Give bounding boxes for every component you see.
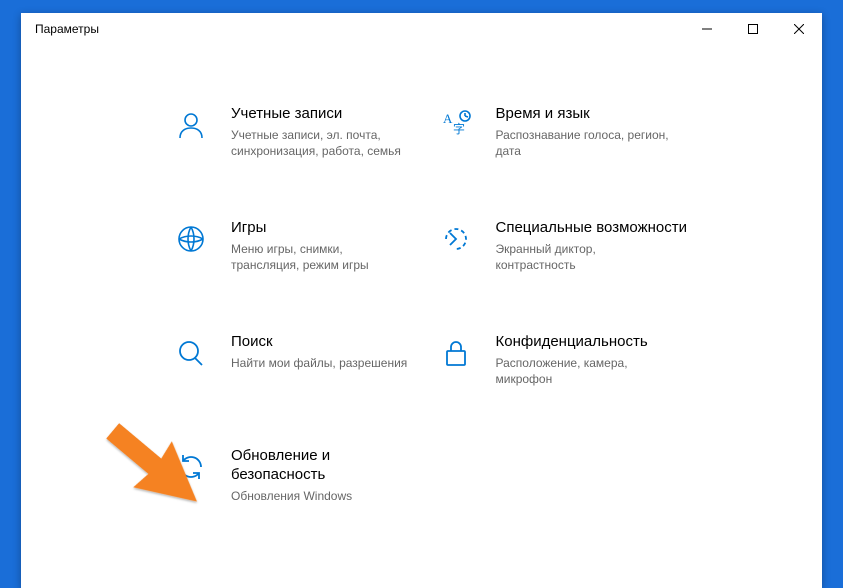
- svg-text:字: 字: [453, 121, 465, 136]
- time-language-icon: A 字: [436, 105, 476, 145]
- setting-update-security[interactable]: Обновление и безопасность Обновления Win…: [61, 447, 412, 504]
- minimize-icon: [702, 24, 712, 34]
- setting-desc: Меню игры, снимки, трансляция, режим игр…: [231, 241, 411, 273]
- setting-desc: Экранный диктор, контрастность: [496, 241, 676, 273]
- setting-search[interactable]: Поиск Найти мои файлы, разрешения: [61, 333, 412, 387]
- window-title: Параметры: [35, 22, 99, 36]
- setting-time-language[interactable]: A 字 Время и язык Распознавание голоса, р…: [432, 105, 783, 159]
- setting-title: Время и язык: [496, 105, 783, 124]
- setting-text: Специальные возможности Экранный диктор,…: [496, 219, 783, 273]
- setting-text: Время и язык Распознавание голоса, регио…: [496, 105, 783, 159]
- search-icon: [171, 333, 211, 373]
- privacy-lock-icon: [436, 333, 476, 373]
- setting-text: Поиск Найти мои файлы, разрешения: [231, 333, 412, 371]
- gaming-icon: [171, 219, 211, 259]
- maximize-icon: [748, 24, 758, 34]
- setting-desc: Учетные записи, эл. почта, синхронизация…: [231, 127, 411, 159]
- setting-title: Игры: [231, 219, 412, 238]
- accounts-icon: [171, 105, 211, 145]
- window-controls: [684, 13, 822, 45]
- ease-of-access-icon: [436, 219, 476, 259]
- maximize-button[interactable]: [730, 13, 776, 45]
- setting-title: Конфиденциальность: [496, 333, 783, 352]
- settings-grid: Учетные записи Учетные записи, эл. почта…: [21, 45, 822, 524]
- svg-text:A: A: [443, 111, 453, 126]
- setting-text: Игры Меню игры, снимки, трансляция, режи…: [231, 219, 412, 273]
- minimize-button[interactable]: [684, 13, 730, 45]
- setting-privacy[interactable]: Конфиденциальность Расположение, камера,…: [432, 333, 783, 387]
- setting-text: Обновление и безопасность Обновления Win…: [231, 447, 412, 504]
- close-icon: [794, 24, 804, 34]
- setting-text: Конфиденциальность Расположение, камера,…: [496, 333, 783, 387]
- setting-desc: Расположение, камера, микрофон: [496, 355, 676, 387]
- update-sync-icon: [171, 447, 211, 487]
- setting-title: Поиск: [231, 333, 412, 352]
- setting-title: Обновление и безопасность: [231, 447, 412, 485]
- titlebar: Параметры: [21, 13, 822, 45]
- setting-gaming[interactable]: Игры Меню игры, снимки, трансляция, режи…: [61, 219, 412, 273]
- setting-desc: Найти мои файлы, разрешения: [231, 355, 411, 371]
- setting-title: Специальные возможности: [496, 219, 783, 238]
- setting-text: Учетные записи Учетные записи, эл. почта…: [231, 105, 412, 159]
- settings-window: Параметры Учетные записи Учетные записи,…: [21, 13, 822, 588]
- close-button[interactable]: [776, 13, 822, 45]
- setting-desc: Обновления Windows: [231, 488, 411, 504]
- setting-accounts[interactable]: Учетные записи Учетные записи, эл. почта…: [61, 105, 412, 159]
- setting-desc: Распознавание голоса, регион, дата: [496, 127, 676, 159]
- setting-title: Учетные записи: [231, 105, 412, 124]
- setting-ease-of-access[interactable]: Специальные возможности Экранный диктор,…: [432, 219, 783, 273]
